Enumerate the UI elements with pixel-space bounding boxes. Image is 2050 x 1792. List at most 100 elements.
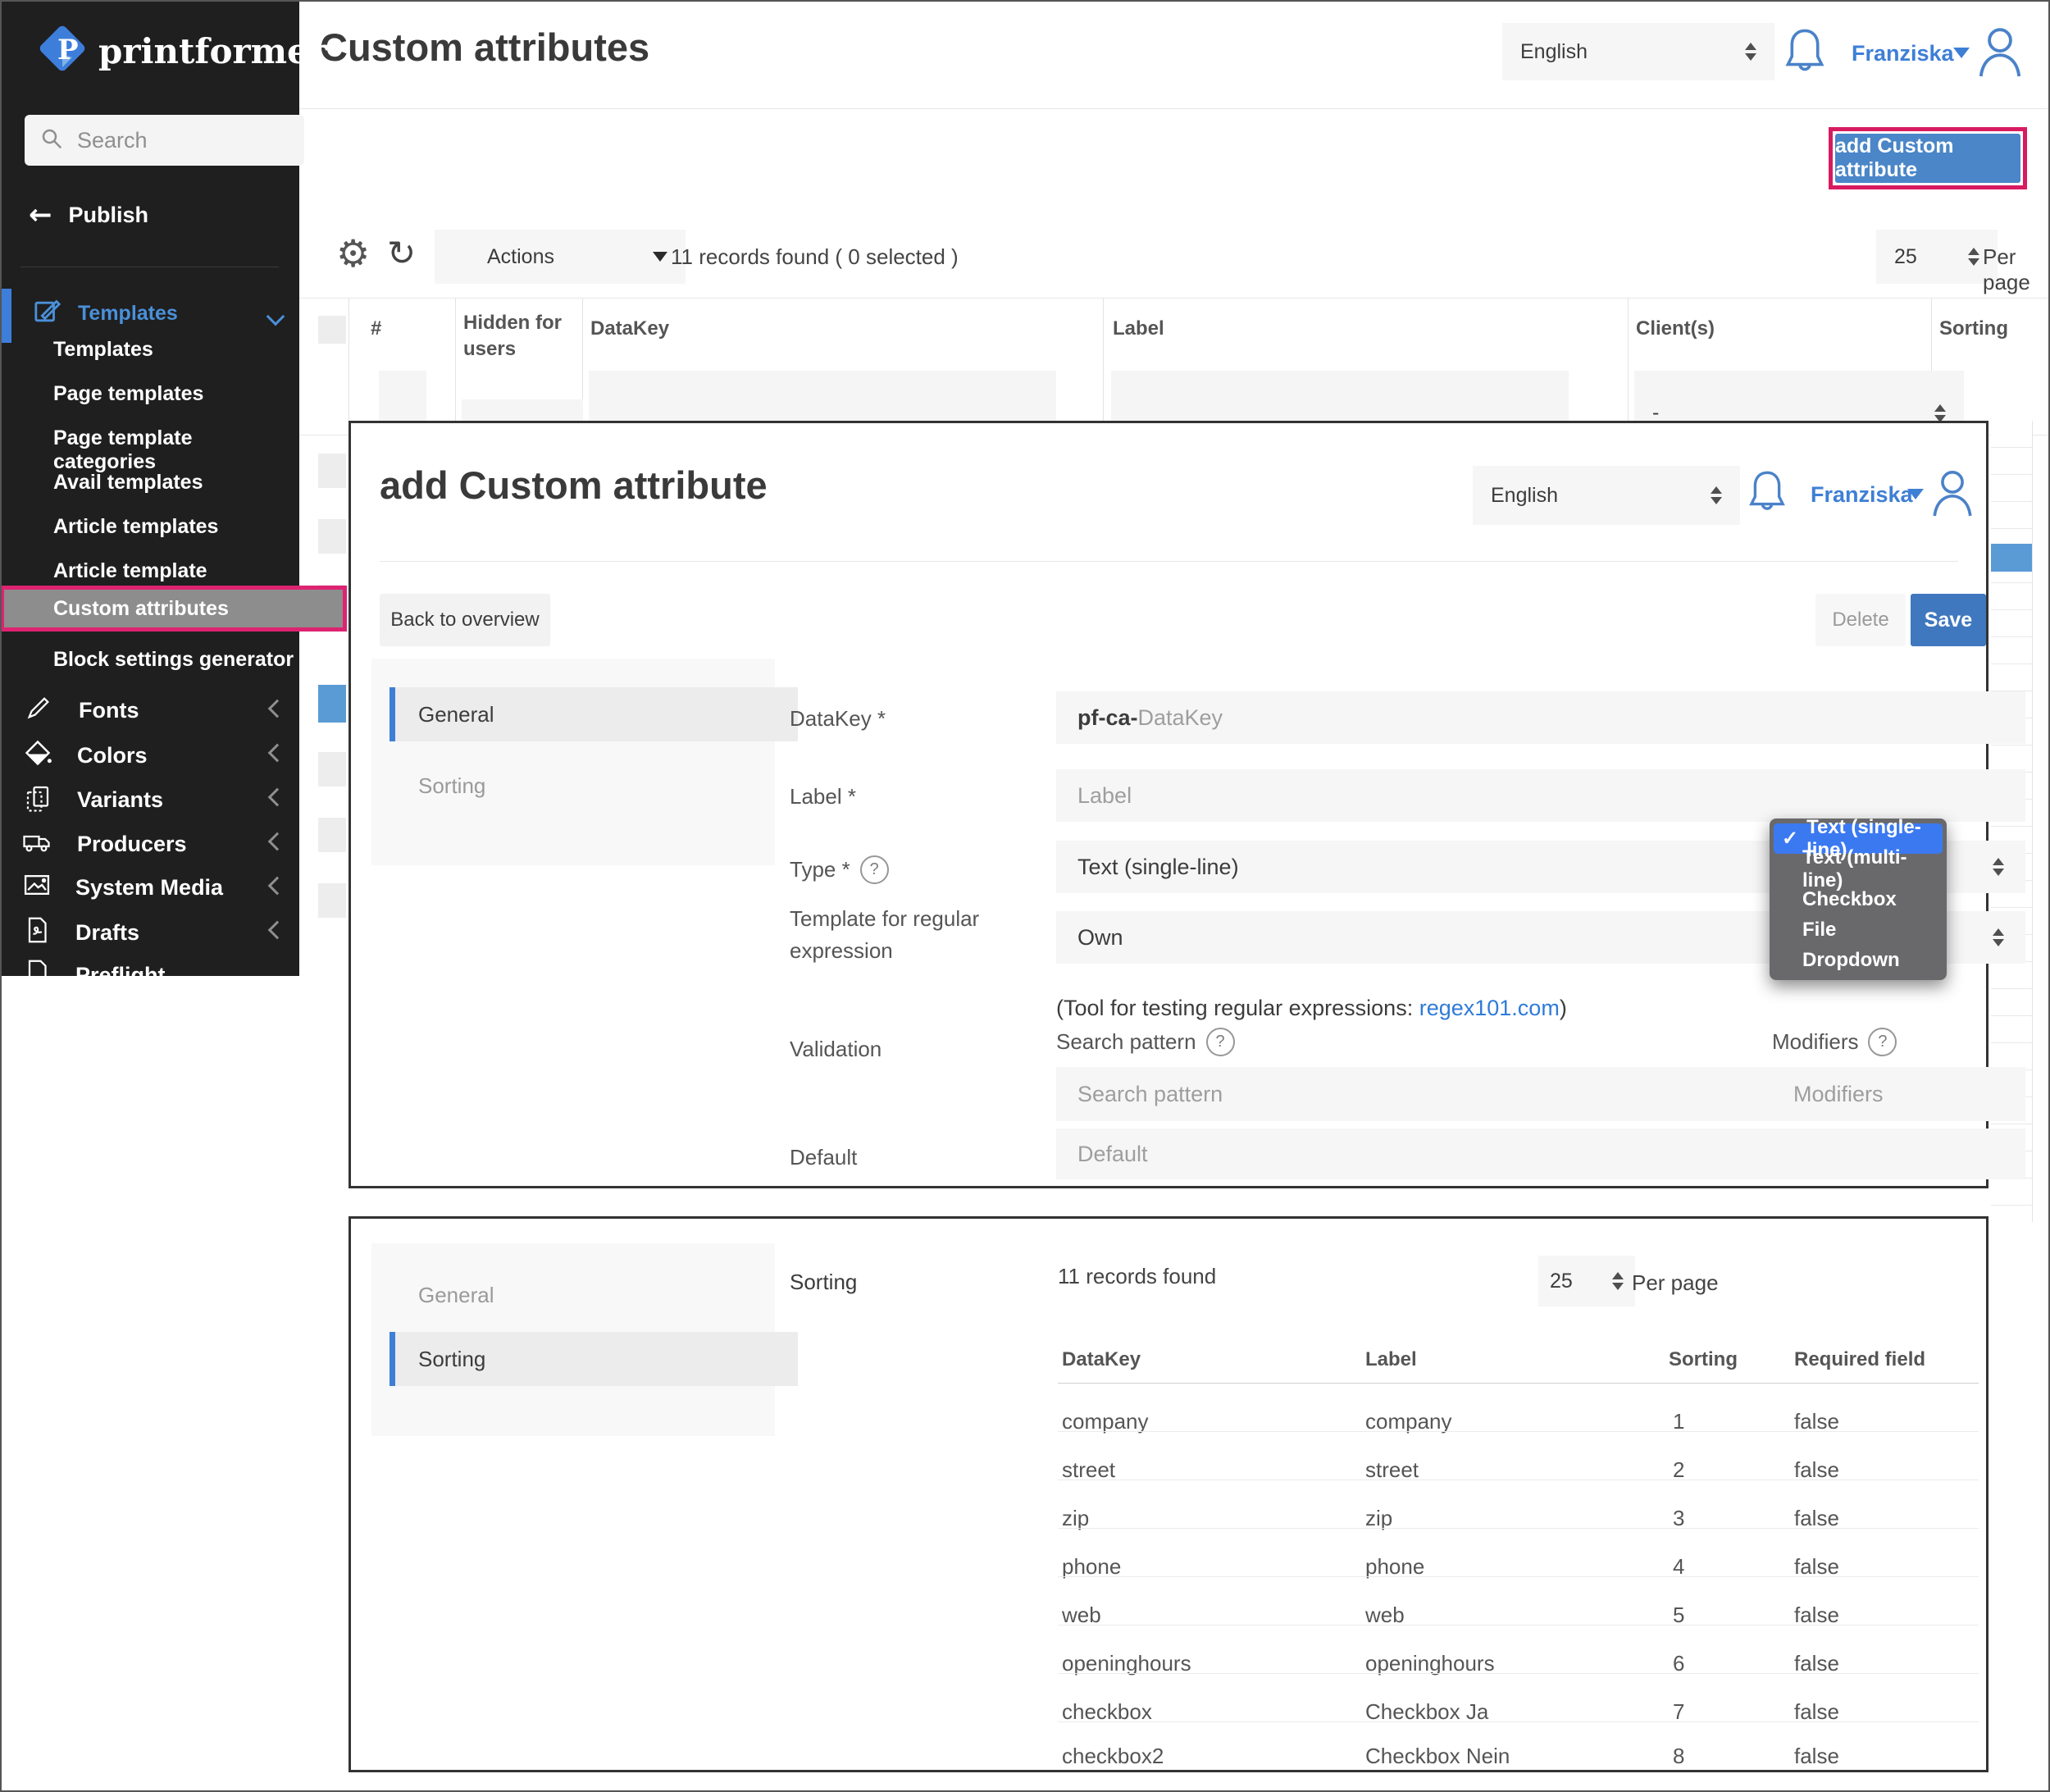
default-placeholder: Default: [1077, 1141, 1148, 1166]
add-custom-attribute-button[interactable]: add Custom attribute: [1835, 134, 2020, 183]
help-icon[interactable]: ?: [1205, 1028, 1235, 1056]
default-input[interactable]: Default: [1056, 1129, 2025, 1179]
user-name[interactable]: Franziska: [1852, 41, 1954, 66]
regex101-link[interactable]: regex101.com: [1419, 996, 1560, 1020]
add-custom-attribute-modal: add Custom attribute English Franziska B…: [348, 421, 2025, 1188]
chevron-left-icon: [267, 832, 287, 851]
user-caret-icon[interactable]: [1953, 48, 1970, 58]
label-input[interactable]: Label: [1056, 769, 2025, 822]
back-to-overview-label: Back to overview: [390, 609, 540, 631]
sidebar-item-variants[interactable]: Variants: [23, 782, 163, 818]
language-select[interactable]: English: [1502, 23, 1774, 80]
help-icon[interactable]: ?: [1868, 1028, 1897, 1056]
modifiers-input[interactable]: Modifiers: [1772, 1067, 2025, 1121]
gear-icon[interactable]: ⚙: [336, 231, 370, 276]
dropdown-option[interactable]: Dropdown: [1770, 945, 1947, 975]
select-stepper-icon: [1934, 404, 1946, 422]
row-checkbox-fragment: [318, 454, 346, 488]
column-header-label[interactable]: Label: [1113, 316, 1164, 342]
column-header-datakey[interactable]: DataKey: [590, 316, 669, 342]
column-header-hidden-for-users[interactable]: Hidden for users: [463, 310, 566, 363]
sidebar-item-producers[interactable]: Producers: [21, 827, 187, 862]
sidebar-item-article-templates[interactable]: Article templates: [53, 515, 218, 539]
cell-label: Checkbox Nein: [1365, 1744, 1510, 1768]
sidebar-item-publish[interactable]: ← Publish: [29, 197, 148, 233]
bell-icon[interactable]: [1745, 468, 1789, 522]
variants-label: Variants: [77, 787, 164, 812]
tab-sorting-label: Sorting: [418, 773, 486, 798]
image-icon: [21, 871, 52, 905]
edit-square-icon: [31, 295, 64, 332]
chevron-left-icon: [267, 699, 287, 718]
search-placeholder: Search: [77, 127, 148, 153]
tab-sorting[interactable]: Sorting: [390, 1332, 798, 1386]
back-arrow-icon: ←: [29, 198, 52, 231]
option-file: File: [1802, 918, 1837, 941]
printformer-logo-icon: P: [33, 21, 90, 88]
table-row[interactable]: checkbox2: [1062, 1744, 1164, 1769]
select-all-checkbox[interactable]: [318, 316, 346, 344]
column-header-sorting[interactable]: Sorting: [1939, 316, 2008, 342]
bell-icon[interactable]: [1781, 26, 1829, 83]
sidebar-item-page-template-categories[interactable]: Page template categories: [53, 426, 299, 474]
help-icon[interactable]: ?: [859, 855, 889, 884]
modifiers-label-text: Modifiers: [1772, 1029, 1859, 1054]
actions-select[interactable]: Actions: [435, 230, 686, 284]
sidebar-item-custom-attributes[interactable]: Custom attributes: [0, 586, 347, 632]
select-stepper-icon: [1993, 928, 2004, 946]
brand-wordmark: printformer: [98, 31, 327, 71]
label-field-label: Label *: [790, 784, 856, 809]
select-stepper-icon: [1612, 1272, 1624, 1290]
sorting-per-page-value: 25: [1550, 1269, 1573, 1293]
sorting-records-text: 11 records found: [1058, 1264, 1217, 1288]
column-header-clients[interactable]: Client(s): [1636, 316, 1715, 342]
sidebar-item-fonts[interactable]: Fonts: [25, 694, 139, 727]
datakey-field-label: DataKey *: [790, 706, 886, 731]
sidebar-item-avail-templates[interactable]: Avail templates: [53, 471, 203, 495]
chevron-down-icon: [266, 307, 285, 326]
save-button[interactable]: Save: [1911, 594, 1986, 646]
sidebar-item-drafts[interactable]: Drafts: [23, 915, 139, 951]
add-custom-attribute-label: add Custom attribute: [1835, 135, 1954, 181]
table-edge-fragment: [2032, 421, 2033, 1222]
select-stepper-icon: [1711, 486, 1722, 504]
dropdown-option[interactable]: Text (multi-line): [1770, 846, 1947, 891]
paint-bucket-icon: [23, 738, 52, 773]
dropdown-option[interactable]: File: [1770, 914, 1947, 945]
sidebar-item-block-settings-generator[interactable]: Block settings generator: [53, 648, 294, 672]
sorting-per-page-select[interactable]: 25: [1538, 1256, 1635, 1306]
sorting-section-panel: General Sorting Sorting 11 records found…: [348, 1216, 1988, 1772]
truck-icon: [21, 827, 54, 862]
column-divider: [348, 298, 349, 435]
sidebar-item-templates[interactable]: Templates: [53, 338, 153, 362]
modifiers-placeholder: Modifiers: [1793, 1081, 1884, 1106]
back-to-overview-button[interactable]: Back to overview: [380, 594, 550, 646]
sidebar-item-colors[interactable]: Colors: [23, 738, 148, 773]
template-field-label: Template for regular expression: [790, 906, 980, 963]
regex-note-prefix: (Tool for testing regular expressions:: [1056, 996, 1419, 1020]
per-page-select[interactable]: 25: [1876, 230, 1998, 284]
sidebar-item-system-media[interactable]: System Media: [21, 871, 223, 905]
tab-general[interactable]: General: [418, 1274, 494, 1316]
column-header-number[interactable]: #: [371, 316, 381, 342]
system-media-label: System Media: [75, 875, 224, 900]
search-input[interactable]: Search: [25, 115, 304, 166]
user-avatar-icon[interactable]: [1975, 23, 2025, 83]
refresh-icon[interactable]: ↻: [387, 233, 416, 273]
modal-language-select[interactable]: English: [1473, 466, 1740, 525]
sidebar-item-page-templates[interactable]: Page templates: [53, 382, 203, 406]
modal-user-name[interactable]: Franziska: [1811, 482, 1913, 508]
delete-button[interactable]: Delete: [1815, 594, 1906, 646]
tab-sorting[interactable]: Sorting: [418, 765, 485, 806]
datakey-input[interactable]: pf-ca- DataKey: [1056, 691, 2025, 744]
tab-sorting-label: Sorting: [418, 1346, 486, 1371]
sidebar-item-custom-attributes-label: Custom attributes: [53, 596, 229, 620]
search-pattern-input[interactable]: Search pattern: [1056, 1067, 1796, 1121]
chevron-left-icon: [267, 920, 287, 940]
sidebar-section-templates[interactable]: Templates: [78, 302, 178, 326]
user-caret-icon[interactable]: [1907, 489, 1924, 499]
add-button-highlight: add Custom attribute: [1829, 127, 2027, 189]
tab-general[interactable]: General: [390, 687, 798, 741]
sidebar-item-preflight[interactable]: Preflight: [23, 958, 166, 993]
user-avatar-icon[interactable]: [1929, 466, 1976, 522]
